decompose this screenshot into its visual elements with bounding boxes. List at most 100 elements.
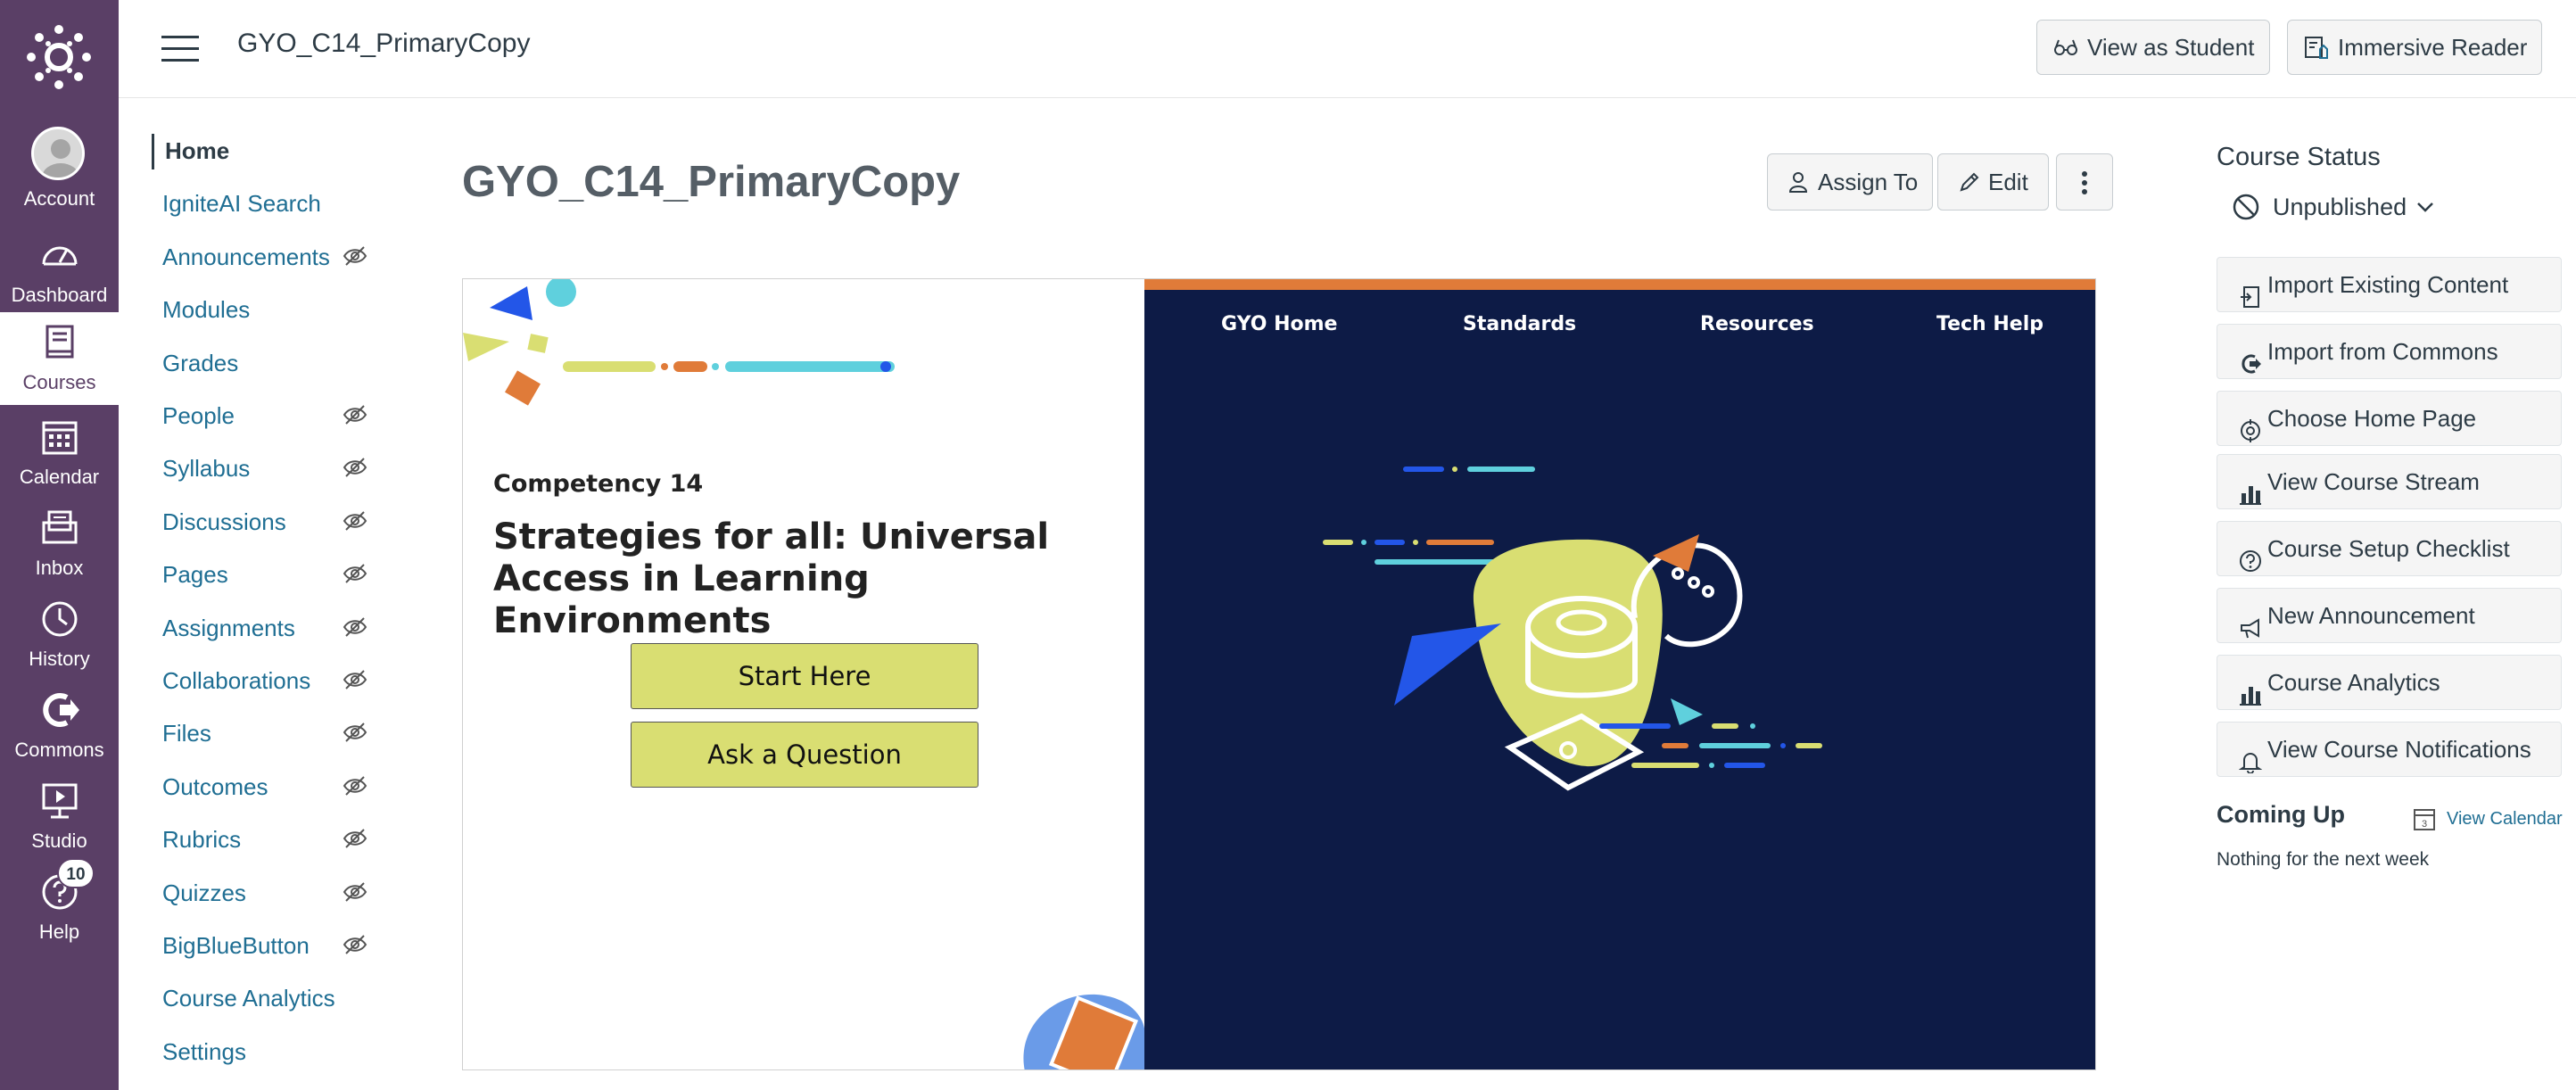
- hidden-from-students-icon: [343, 404, 367, 425]
- course-nav-item-bigbluebutton[interactable]: BigBlueButton: [152, 929, 384, 964]
- course-nav-item-label: Grades: [162, 349, 239, 376]
- hidden-from-students-icon: [343, 722, 367, 743]
- course-nav-item-collaborations[interactable]: Collaborations: [152, 664, 384, 699]
- view-calendar-link[interactable]: 3 View Calendar: [2413, 806, 2563, 831]
- course-nav-item-pages[interactable]: Pages: [152, 557, 384, 593]
- nav-dashboard[interactable]: Dashboard: [0, 230, 119, 319]
- course-nav-item-label: IgniteAI Search: [162, 190, 321, 218]
- nav-courses[interactable]: Courses: [0, 312, 119, 405]
- assign-to-button[interactable]: Assign To: [1767, 153, 1933, 211]
- kebab-menu-icon: [2082, 171, 2087, 194]
- course-nav-item-label: People: [162, 402, 235, 429]
- course-nav-item-rubrics[interactable]: Rubrics: [152, 822, 384, 858]
- more-options-button[interactable]: [2056, 153, 2113, 211]
- course-nav-item-label: Modules: [162, 296, 251, 324]
- course-nav-item-outcomes[interactable]: Outcomes: [152, 770, 384, 805]
- hidden-from-students-icon: [343, 616, 367, 638]
- courses-icon: [45, 325, 74, 359]
- course-home-banner: Competency 14 Strategies for all: Univer…: [462, 278, 2096, 1070]
- course-analytics-button[interactable]: Course Analytics: [2217, 655, 2562, 710]
- nav-inbox[interactable]: Inbox: [0, 503, 119, 592]
- course-nav-item-label: Files: [162, 720, 211, 747]
- view-course-stream-button[interactable]: View Course Stream: [2217, 454, 2562, 509]
- immersive-reader-icon: [2305, 37, 2328, 59]
- course-nav-item-grades[interactable]: Grades: [152, 346, 384, 382]
- hidden-from-students-icon: [343, 669, 367, 690]
- sidebar-button-label: Import Existing Content: [2267, 271, 2509, 298]
- course-nav-item-label: Rubrics: [162, 826, 242, 854]
- new-announcement-button[interactable]: New Announcement: [2217, 588, 2562, 643]
- sidebar-button-label: Import from Commons: [2267, 338, 2498, 365]
- publish-status-menu[interactable]: Unpublished: [2232, 189, 2433, 225]
- course-nav-item-igniteai-search[interactable]: IgniteAI Search: [152, 186, 384, 222]
- course-nav-item-syllabus[interactable]: Syllabus: [152, 451, 384, 487]
- nav-dashboard-label: Dashboard: [11, 284, 108, 306]
- breadcrumb-course-title[interactable]: GYO_C14_PrimaryCopy: [237, 29, 530, 59]
- course-nav-item-quizzes[interactable]: Quizzes: [152, 876, 384, 912]
- calendar-icon: 3: [2414, 809, 2435, 830]
- banner-nav-standards[interactable]: Standards: [1463, 313, 1576, 335]
- ask-question-button[interactable]: Ask a Question: [631, 722, 978, 788]
- hidden-from-students-icon: [343, 457, 367, 478]
- course-setup-checklist-button[interactable]: Course Setup Checklist: [2217, 521, 2562, 576]
- immersive-reader-button[interactable]: Immersive Reader: [2287, 20, 2542, 75]
- nav-history[interactable]: History: [0, 594, 119, 683]
- nav-commons[interactable]: Commons: [0, 685, 119, 774]
- bell-icon: [2238, 739, 2263, 774]
- nav-account-label: Account: [23, 187, 95, 210]
- bar-chart-icon: [2239, 672, 2262, 706]
- course-nav-item-course-analytics[interactable]: Course Analytics: [152, 981, 384, 1017]
- sidebar-button-label: Course Analytics: [2267, 669, 2440, 696]
- chevron-down-icon: [2417, 202, 2433, 212]
- import-from-commons-button[interactable]: Import from Commons: [2217, 324, 2562, 379]
- nav-studio[interactable]: Studio: [0, 776, 119, 865]
- nav-inbox-label: Inbox: [35, 557, 84, 579]
- banner-nav-tech-help[interactable]: Tech Help: [1936, 313, 2043, 335]
- pencil-icon: [1960, 172, 1979, 192]
- course-nav-item-modules[interactable]: Modules: [152, 293, 384, 328]
- edit-button[interactable]: Edit: [1937, 153, 2049, 211]
- publish-status-label: Unpublished: [2273, 194, 2407, 220]
- course-nav-item-files[interactable]: Files: [152, 716, 384, 752]
- commons-icon: [2239, 341, 2262, 374]
- banner-nav-gyo-home[interactable]: GYO Home: [1221, 313, 1337, 335]
- bar-chart-icon: [2239, 471, 2262, 505]
- course-nav-item-label: Outcomes: [162, 772, 268, 800]
- sidebar-button-label: Course Setup Checklist: [2267, 535, 2510, 562]
- hidden-from-students-icon: [343, 510, 367, 532]
- course-nav-item-label: Assignments: [162, 614, 295, 641]
- nav-courses-label: Courses: [22, 371, 96, 393]
- start-here-button[interactable]: Start Here: [631, 643, 978, 709]
- course-nav-item-label: Course Analytics: [162, 985, 335, 1012]
- banner-left-panel: Competency 14 Strategies for all: Univer…: [463, 279, 1144, 1069]
- view-course-notifications-button[interactable]: View Course Notifications: [2217, 722, 2562, 777]
- course-nav-item-people[interactable]: People: [152, 399, 384, 434]
- choose-home-page-button[interactable]: Choose Home Page: [2217, 391, 2562, 446]
- course-nav-item-label: Pages: [162, 561, 228, 589]
- banner-headline: Strategies for all: Universal Access in …: [493, 516, 1050, 641]
- menu-toggle-icon[interactable]: [161, 36, 199, 62]
- course-nav-item-settings[interactable]: Settings: [152, 1035, 384, 1070]
- dashboard-icon: [42, 246, 78, 266]
- nav-commons-label: Commons: [14, 739, 104, 761]
- canvas-logo-icon[interactable]: [27, 25, 91, 89]
- page-title: GYO_C14_PrimaryCopy: [462, 158, 961, 206]
- course-nav-item-label: Collaborations: [162, 667, 311, 694]
- nav-account[interactable]: Account: [0, 127, 119, 216]
- glasses-icon: [2054, 39, 2077, 55]
- banner-nav-resources[interactable]: Resources: [1700, 313, 1814, 335]
- course-nav-item-assignments[interactable]: Assignments: [152, 611, 384, 647]
- import-existing-content-button[interactable]: Import Existing Content: [2217, 257, 2562, 312]
- course-header: GYO_C14_PrimaryCopy View as Student Imme…: [119, 0, 2576, 98]
- course-nav-item-home[interactable]: Home: [152, 134, 384, 169]
- view-as-student-button[interactable]: View as Student: [2036, 20, 2270, 75]
- hidden-from-students-icon: [343, 881, 367, 903]
- hidden-from-students-icon: [343, 934, 367, 955]
- nav-calendar[interactable]: Calendar: [0, 412, 119, 501]
- course-nav-item-discussions[interactable]: Discussions: [152, 505, 384, 541]
- accessibility-illustration-icon: [1323, 467, 1822, 791]
- course-nav-item-label: Home: [165, 137, 230, 164]
- banner-right-panel: GYO Home Standards Resources Tech Help: [1144, 279, 2095, 1069]
- course-nav-item-announcements[interactable]: Announcements: [152, 240, 384, 276]
- course-nav-item-label: Discussions: [162, 508, 286, 535]
